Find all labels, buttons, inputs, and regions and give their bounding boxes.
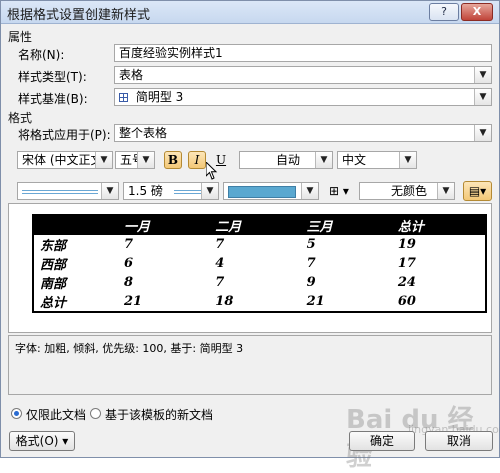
border-width-value: 1.5 磅 xyxy=(128,184,163,198)
table-cell: 21 xyxy=(124,294,143,309)
borders-button[interactable]: ⊞ ▾ xyxy=(324,182,354,200)
table-row: 总计 21 18 21 60 xyxy=(33,292,486,312)
chevron-down-icon[interactable]: ▼ xyxy=(201,183,218,199)
border-style-select[interactable]: ▼ xyxy=(17,182,119,200)
chevron-down-icon[interactable]: ▼ xyxy=(474,89,491,105)
table-cell: 南部 xyxy=(40,277,67,292)
style-type-select[interactable]: 表格 ▼ xyxy=(114,66,492,84)
table-cell: 5 xyxy=(306,237,316,252)
shading-select[interactable]: 无颜色 ▼ xyxy=(359,182,455,200)
font-color-select[interactable]: 自动 ▼ xyxy=(239,151,333,169)
border-width-swatch xyxy=(174,190,202,194)
chevron-down-icon[interactable]: ▼ xyxy=(399,152,416,168)
shading-value: 无颜色 xyxy=(390,184,427,198)
preview-header-cell: 二月 xyxy=(209,215,301,235)
table-cell: 西部 xyxy=(40,258,67,273)
cancel-button[interactable]: 取消 xyxy=(425,431,493,451)
table-cell: 6 xyxy=(124,256,134,271)
table-cell: 17 xyxy=(397,256,416,271)
table-cell: 4 xyxy=(215,256,225,271)
style-type-value: 表格 xyxy=(119,68,144,82)
language-select[interactable]: 中文 ▼ xyxy=(337,151,417,169)
template-radio[interactable] xyxy=(90,408,101,419)
font-color-value: 自动 xyxy=(275,153,300,167)
font-name-select[interactable]: 宋体 (中文正文) ▼ xyxy=(17,151,113,169)
name-input[interactable]: 百度经验实例样式1 xyxy=(114,44,492,62)
table-style-icon xyxy=(119,93,128,102)
table-row: 东部 7 7 5 19 xyxy=(33,235,486,254)
table-row: 南部 8 7 9 24 xyxy=(33,273,486,292)
properties-section-label: 属性 xyxy=(8,30,33,44)
apply-to-label: 将格式应用于(P): xyxy=(18,128,111,142)
only-doc-label[interactable]: 仅限此文档 xyxy=(26,406,86,423)
table-cell: 19 xyxy=(397,237,416,252)
table-cell: 60 xyxy=(397,294,416,309)
format-section-label: 格式 xyxy=(8,111,33,125)
chevron-down-icon[interactable]: ▼ xyxy=(137,152,154,168)
border-width-select[interactable]: 1.5 磅 ▼ xyxy=(123,182,219,200)
style-base-label: 样式基准(B): xyxy=(18,92,88,106)
template-label[interactable]: 基于该模板的新文档 xyxy=(105,406,213,423)
style-preview: 一月 二月 三月 总计 东部 7 7 5 19 西部 6 4 7 17 南部 8… xyxy=(8,203,492,333)
cell-alignment-button[interactable]: ▤▾ xyxy=(463,181,492,201)
table-cell: 18 xyxy=(215,294,234,309)
name-label: 名称(N): xyxy=(18,48,65,62)
table-cell: 9 xyxy=(306,275,316,290)
style-base-select[interactable]: 简明型 3 ▼ xyxy=(114,88,492,106)
only-doc-radio[interactable] xyxy=(11,408,22,419)
close-button[interactable]: X xyxy=(461,3,493,21)
dialog-window: 根据格式设置创建新样式 ? X 属性 名称(N): 百度经验实例样式1 样式类型… xyxy=(0,0,500,472)
title-bar: 根据格式设置创建新样式 ? X xyxy=(1,1,499,24)
language-value: 中文 xyxy=(342,153,367,167)
bold-button[interactable]: B xyxy=(164,151,182,169)
help-button[interactable]: ? xyxy=(429,3,459,21)
preview-header-cell: 三月 xyxy=(300,215,392,235)
grid-border-icon: ⊞ ▾ xyxy=(329,184,349,198)
chevron-down-icon[interactable]: ▼ xyxy=(301,183,318,199)
table-cell: 24 xyxy=(397,275,416,290)
border-line-swatch xyxy=(22,190,98,194)
italic-button[interactable]: I xyxy=(188,151,206,169)
table-cell: 7 xyxy=(215,275,225,290)
chevron-down-icon[interactable]: ▼ xyxy=(474,125,491,141)
table-row: 西部 6 4 7 17 xyxy=(33,254,486,273)
chevron-down-icon[interactable]: ▼ xyxy=(101,183,118,199)
chevron-down-icon[interactable]: ▼ xyxy=(95,152,112,168)
chevron-down-icon[interactable]: ▼ xyxy=(474,67,491,83)
format-menu-button[interactable]: 格式(O) ▾ xyxy=(9,431,75,451)
style-type-label: 样式类型(T): xyxy=(18,70,87,84)
table-cell: 东部 xyxy=(40,239,67,254)
table-cell: 7 xyxy=(124,237,134,252)
preview-table: 一月 二月 三月 总计 东部 7 7 5 19 西部 6 4 7 17 南部 8… xyxy=(32,214,487,313)
style-description: 字体: 加粗, 倾斜, 优先级: 100, 基于: 简明型 3 xyxy=(8,335,492,395)
window-title: 根据格式设置创建新样式 xyxy=(7,8,151,23)
apply-to-value: 整个表格 xyxy=(119,126,168,140)
table-cell: 21 xyxy=(306,294,325,309)
border-color-swatch xyxy=(228,186,296,198)
preview-header-cell: 总计 xyxy=(391,215,486,235)
border-color-select[interactable]: ▼ xyxy=(223,182,319,200)
preview-header-cell xyxy=(33,215,118,235)
table-cell: 总计 xyxy=(40,296,67,311)
chevron-down-icon[interactable]: ▼ xyxy=(315,152,332,168)
preview-header-row: 一月 二月 三月 总计 xyxy=(33,215,486,235)
preview-header-cell: 一月 xyxy=(118,215,210,235)
align-icon: ▤▾ xyxy=(468,184,487,198)
table-cell: 7 xyxy=(215,237,225,252)
ok-button[interactable]: 确定 xyxy=(349,431,415,451)
table-cell: 8 xyxy=(124,275,134,290)
chevron-down-icon[interactable]: ▼ xyxy=(437,183,454,199)
style-base-value: 简明型 3 xyxy=(135,90,184,104)
apply-to-select[interactable]: 整个表格 ▼ xyxy=(114,124,492,142)
table-cell: 7 xyxy=(306,256,316,271)
font-size-select[interactable]: 五号 ▼ xyxy=(115,151,155,169)
